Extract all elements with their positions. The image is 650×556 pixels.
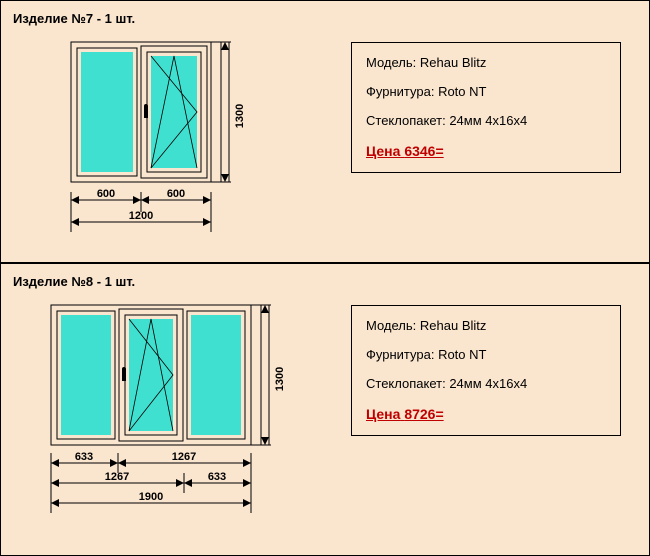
glazing-row: Стеклопакет: 24мм 4х16х4 xyxy=(366,113,606,130)
content-row: 1300 633 1267 xyxy=(11,295,639,545)
hardware-row: Фурнитура: Roto NT xyxy=(366,347,606,364)
svg-text:1200: 1200 xyxy=(129,210,153,222)
svg-text:1900: 1900 xyxy=(139,491,163,503)
model-value: Rehau Blitz xyxy=(420,318,486,333)
hardware-label: Фурнитура: xyxy=(366,347,434,362)
model-label: Модель: xyxy=(366,55,416,70)
svg-text:1267: 1267 xyxy=(172,451,196,463)
hardware-value: Roto NT xyxy=(438,84,486,99)
hardware-row: Фурнитура: Roto NT xyxy=(366,84,606,101)
glazing-label: Стеклопакет: xyxy=(366,376,446,391)
svg-text:1267: 1267 xyxy=(105,471,129,483)
window-drawing: 1300 633 1267 xyxy=(11,295,341,545)
svg-text:633: 633 xyxy=(208,471,226,483)
price-label: Цена xyxy=(366,143,400,159)
content-row: 1300 600 600 1200 xyxy=(11,32,639,252)
product-card: Изделие №7 - 1 шт. xyxy=(0,0,650,263)
window-drawing: 1300 600 600 1200 xyxy=(11,32,341,252)
hardware-value: Roto NT xyxy=(438,347,486,362)
hardware-label: Фурнитура: xyxy=(366,84,434,99)
glazing-label: Стеклопакет: xyxy=(366,113,446,128)
svg-text:633: 633 xyxy=(75,451,93,463)
price-value: 8726= xyxy=(404,406,443,422)
model-row: Модель: Rehau Blitz xyxy=(366,55,606,72)
model-value: Rehau Blitz xyxy=(420,55,486,70)
svg-text:1300: 1300 xyxy=(274,367,286,391)
product-title: Изделие №8 - 1 шт. xyxy=(13,274,639,289)
glazing-value: 24мм 4х16х4 xyxy=(449,113,527,128)
glazing-row: Стеклопакет: 24мм 4х16х4 xyxy=(366,376,606,393)
model-label: Модель: xyxy=(366,318,416,333)
price: Цена 8726= xyxy=(366,405,606,423)
price-value: 6346= xyxy=(404,143,443,159)
info-box: Модель: Rehau Blitz Фурнитура: Roto NT С… xyxy=(351,305,621,436)
price-label: Цена xyxy=(366,406,400,422)
svg-text:1300: 1300 xyxy=(234,104,246,128)
svg-text:600: 600 xyxy=(97,188,115,200)
product-title: Изделие №7 - 1 шт. xyxy=(13,11,639,26)
product-card: Изделие №8 - 1 шт. xyxy=(0,263,650,556)
glazing-value: 24мм 4х16х4 xyxy=(449,376,527,391)
svg-text:600: 600 xyxy=(167,188,185,200)
model-row: Модель: Rehau Blitz xyxy=(366,318,606,335)
info-box: Модель: Rehau Blitz Фурнитура: Roto NT С… xyxy=(351,42,621,173)
price: Цена 6346= xyxy=(366,142,606,160)
